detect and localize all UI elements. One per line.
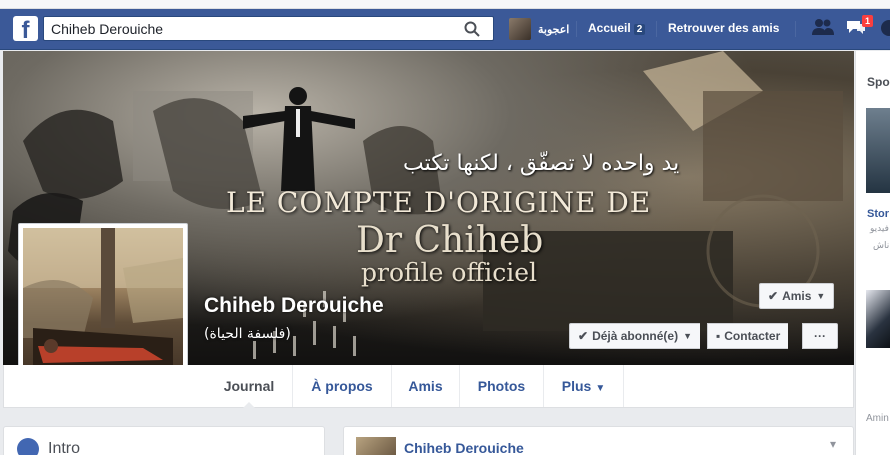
friend-requests-icon[interactable] — [812, 18, 834, 36]
cover-subheadline: profile officiel — [361, 258, 538, 287]
chevron-down-icon: ▼ — [595, 383, 606, 394]
profile-subtitle: (فلسفة الحياة) — [204, 326, 291, 342]
facebook-logo[interactable]: f — [13, 16, 38, 41]
browser-strip — [0, 0, 890, 9]
contact-button[interactable]: ▪ Contacter — [707, 323, 789, 349]
tab-more-label: Plus — [561, 378, 592, 394]
tab-photos[interactable]: Photos — [460, 365, 544, 407]
check-icon: ✔ — [768, 289, 779, 303]
more-options-button[interactable]: ··· — [802, 323, 838, 349]
contact-label: Contacter — [724, 329, 781, 343]
profile-picture-image — [23, 228, 183, 386]
ad-thumbnail[interactable] — [866, 290, 890, 348]
friends-button[interactable]: ✔ Amis ▼ — [759, 283, 835, 309]
subscribed-label: Déjà abonné(e) — [592, 329, 679, 343]
tab-about[interactable]: À propos — [293, 365, 392, 407]
find-friends-link[interactable]: Retrouver des amis — [668, 21, 779, 35]
search-icon[interactable] — [463, 20, 481, 38]
cover-arabic-caption: يد واحده لا تصفّق ، لكنها تكتب — [403, 151, 680, 176]
message-icon: ▪ — [716, 329, 721, 343]
tab-journal[interactable]: Journal — [206, 365, 293, 408]
friends-label: Amis — [782, 289, 812, 303]
divider — [795, 21, 796, 37]
search-input[interactable] — [44, 17, 444, 40]
notification-badge: 1 — [862, 15, 874, 27]
tab-more[interactable]: Plus ▼ — [544, 365, 624, 407]
ad-text: ناش — [873, 241, 890, 251]
avatar[interactable] — [356, 437, 396, 455]
home-count-badge: 2 — [633, 24, 646, 35]
user-name: اعجوبة — [538, 23, 570, 36]
ad-footer-text: Amin — [866, 413, 889, 424]
avatar — [509, 18, 531, 40]
tab-friends[interactable]: Amis — [392, 365, 460, 407]
profile-tab-bar: Journal À propos Amis Photos Plus ▼ — [3, 365, 854, 408]
subscribed-button[interactable]: ✔ Déjà abonné(e) ▼ — [569, 323, 700, 349]
home-link[interactable]: Accueil 2 — [588, 21, 646, 35]
chevron-down-icon[interactable]: ▾ — [830, 437, 836, 451]
home-label: Accueil — [588, 21, 631, 35]
sponsored-heading: Spo — [867, 75, 890, 89]
post-author[interactable]: Chiheb Derouiche — [404, 440, 524, 455]
chevron-down-icon: ▼ — [816, 291, 826, 301]
profile-shortcut[interactable]: اعجوبة — [509, 17, 569, 41]
globe-icon[interactable] — [879, 18, 890, 36]
ad-title[interactable]: Stor — [867, 208, 889, 220]
profile-name[interactable]: Chiheb Derouiche — [204, 294, 384, 318]
cover-headline: LE COMPTE D'ORIGINE DE — [226, 186, 652, 219]
intro-title: Intro — [48, 440, 81, 455]
more-label: ··· — [814, 329, 826, 343]
ad-thumbnail[interactable] — [866, 108, 890, 193]
divider — [656, 21, 657, 37]
globe-icon — [17, 438, 39, 455]
divider — [576, 21, 577, 37]
check-icon: ✔ — [578, 329, 589, 343]
search-box[interactable] — [43, 16, 494, 41]
cover-name-title: Dr Chiheb — [356, 220, 544, 261]
chevron-down-icon: ▼ — [683, 331, 692, 341]
ad-text: فيديو — [870, 224, 889, 234]
profile-picture-artwork — [23, 228, 183, 378]
